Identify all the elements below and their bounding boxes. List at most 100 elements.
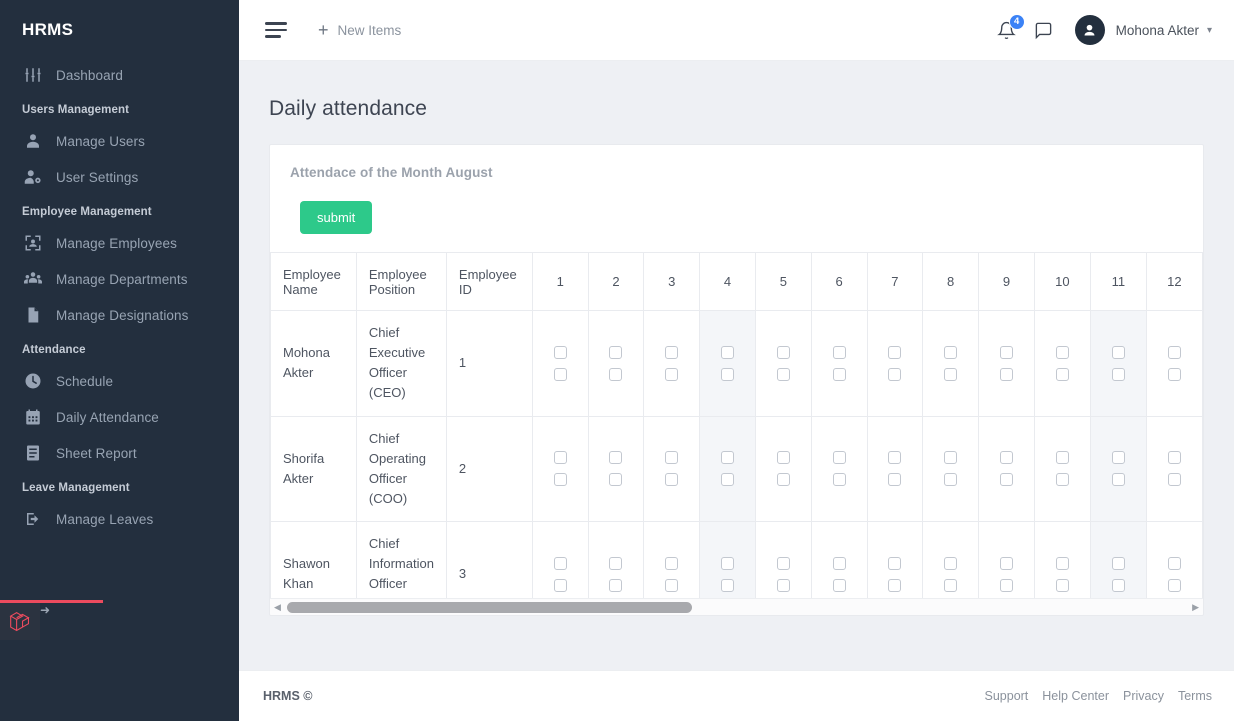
attendance-checkbox[interactable] <box>553 578 567 592</box>
attendance-checkbox[interactable] <box>944 473 958 487</box>
attendance-checkbox[interactable] <box>944 451 958 465</box>
attendance-checkbox[interactable] <box>721 473 735 487</box>
attendance-checkbox[interactable] <box>832 473 846 487</box>
attendance-checkbox[interactable] <box>721 367 735 381</box>
attendance-checkbox[interactable] <box>888 345 902 359</box>
attendance-checkbox[interactable] <box>553 473 567 487</box>
attendance-checkbox[interactable] <box>1055 556 1069 570</box>
attendance-checkbox[interactable] <box>944 345 958 359</box>
attendance-checkbox[interactable] <box>1167 556 1181 570</box>
hamburger-icon[interactable] <box>263 18 289 42</box>
attendance-checkbox[interactable] <box>999 578 1013 592</box>
attendance-checkbox[interactable] <box>776 367 790 381</box>
attendance-checkbox[interactable] <box>665 473 679 487</box>
attendance-checkbox[interactable] <box>1111 556 1125 570</box>
attendance-checkbox[interactable] <box>888 451 902 465</box>
attendance-checkbox[interactable] <box>999 451 1013 465</box>
footer-link-privacy[interactable]: Privacy <box>1123 689 1164 703</box>
footer-link-terms[interactable]: Terms <box>1178 689 1212 703</box>
attendance-checkbox[interactable] <box>665 367 679 381</box>
attendance-checkbox[interactable] <box>609 473 623 487</box>
attendance-checkbox[interactable] <box>944 578 958 592</box>
scroll-left-arrow-icon[interactable]: ◀ <box>270 602 285 612</box>
laravel-debug-arrow-icon[interactable]: ➜ <box>40 603 50 617</box>
sidebar-item-manage-departments[interactable]: Manage Departments <box>0 261 239 297</box>
attendance-checkbox[interactable] <box>1167 367 1181 381</box>
attendance-checkbox[interactable] <box>1055 367 1069 381</box>
attendance-checkbox[interactable] <box>888 556 902 570</box>
sidebar-item-schedule[interactable]: Schedule <box>0 363 239 399</box>
attendance-checkbox[interactable] <box>888 578 902 592</box>
attendance-checkbox[interactable] <box>553 345 567 359</box>
attendance-checkbox[interactable] <box>1111 345 1125 359</box>
horizontal-scrollbar[interactable]: ◀ ▶ <box>270 598 1203 615</box>
attendance-checkbox[interactable] <box>553 451 567 465</box>
attendance-checkbox[interactable] <box>665 451 679 465</box>
attendance-checkbox[interactable] <box>776 578 790 592</box>
scrollbar-track[interactable] <box>285 599 1188 616</box>
footer-link-help-center[interactable]: Help Center <box>1042 689 1109 703</box>
attendance-checkbox[interactable] <box>1167 345 1181 359</box>
sidebar-item-manage-employees[interactable]: Manage Employees <box>0 225 239 261</box>
attendance-checkbox[interactable] <box>1167 451 1181 465</box>
attendance-checkbox[interactable] <box>721 578 735 592</box>
messages-button[interactable] <box>1034 21 1053 40</box>
attendance-checkbox[interactable] <box>1111 473 1125 487</box>
attendance-checkbox[interactable] <box>776 556 790 570</box>
attendance-checkbox[interactable] <box>609 367 623 381</box>
attendance-checkbox[interactable] <box>999 345 1013 359</box>
attendance-checkbox[interactable] <box>944 367 958 381</box>
attendance-checkbox[interactable] <box>776 345 790 359</box>
attendance-checkbox[interactable] <box>1167 578 1181 592</box>
attendance-checkbox[interactable] <box>832 345 846 359</box>
laravel-logo-icon[interactable] <box>0 600 40 640</box>
attendance-checkbox[interactable] <box>553 556 567 570</box>
sidebar-item-manage-designations[interactable]: Manage Designations <box>0 297 239 333</box>
attendance-checkbox[interactable] <box>776 473 790 487</box>
attendance-checkbox[interactable] <box>832 578 846 592</box>
attendance-checkbox[interactable] <box>609 451 623 465</box>
attendance-checkbox[interactable] <box>1055 451 1069 465</box>
attendance-checkbox[interactable] <box>721 556 735 570</box>
sidebar-item-user-settings[interactable]: User Settings <box>0 159 239 195</box>
attendance-checkbox[interactable] <box>1111 451 1125 465</box>
attendance-checkbox[interactable] <box>609 556 623 570</box>
new-items-button[interactable]: + New Items <box>318 21 401 39</box>
attendance-checkbox[interactable] <box>999 473 1013 487</box>
attendance-checkbox[interactable] <box>721 345 735 359</box>
sidebar-item-dashboard[interactable]: Dashboard <box>0 57 239 93</box>
attendance-checkbox[interactable] <box>609 578 623 592</box>
attendance-checkbox[interactable] <box>1055 578 1069 592</box>
submit-button[interactable]: submit <box>300 201 373 234</box>
attendance-checkbox[interactable] <box>1055 345 1069 359</box>
scroll-right-arrow-icon[interactable]: ▶ <box>1188 602 1203 612</box>
attendance-checkbox[interactable] <box>999 367 1013 381</box>
attendance-checkbox[interactable] <box>665 345 679 359</box>
attendance-checkbox[interactable] <box>832 556 846 570</box>
attendance-checkbox[interactable] <box>553 367 567 381</box>
sidebar-item-manage-users[interactable]: Manage Users <box>0 123 239 159</box>
attendance-checkbox[interactable] <box>888 473 902 487</box>
sidebar-item-manage-leaves[interactable]: Manage Leaves <box>0 501 239 537</box>
attendance-checkbox[interactable] <box>1055 473 1069 487</box>
attendance-checkbox[interactable] <box>721 451 735 465</box>
attendance-checkbox[interactable] <box>609 345 623 359</box>
attendance-checkbox[interactable] <box>665 556 679 570</box>
attendance-checkbox[interactable] <box>999 556 1013 570</box>
attendance-checkbox[interactable] <box>1111 367 1125 381</box>
scrollbar-thumb[interactable] <box>286 601 692 613</box>
attendance-checkbox[interactable] <box>944 556 958 570</box>
attendance-checkbox[interactable] <box>1111 578 1125 592</box>
attendance-table-scroll[interactable]: Employee Name Employee Position Employee I… <box>270 252 1203 615</box>
attendance-checkbox[interactable] <box>665 578 679 592</box>
sidebar-item-sheet-report[interactable]: Sheet Report <box>0 435 239 471</box>
attendance-checkbox[interactable] <box>888 367 902 381</box>
user-menu[interactable]: Mohona Akter ▾ <box>1074 15 1212 45</box>
notifications-button[interactable]: 4 <box>996 13 1025 40</box>
attendance-checkbox[interactable] <box>832 367 846 381</box>
attendance-checkbox[interactable] <box>1167 473 1181 487</box>
sidebar-item-daily-attendance[interactable]: Daily Attendance <box>0 399 239 435</box>
attendance-checkbox[interactable] <box>776 451 790 465</box>
attendance-checkbox[interactable] <box>832 451 846 465</box>
footer-link-support[interactable]: Support <box>985 689 1029 703</box>
